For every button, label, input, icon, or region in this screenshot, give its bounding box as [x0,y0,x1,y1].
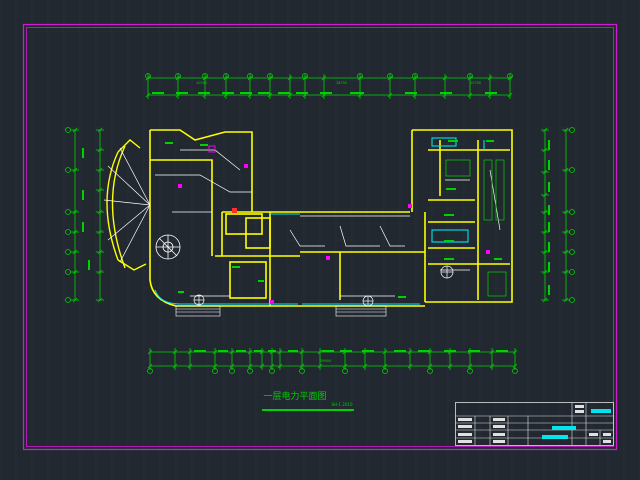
svg-text:10700: 10700 [470,81,481,85]
svg-text:39900: 39900 [320,359,331,363]
background-grid [0,0,640,480]
room-label-glyph [444,258,454,260]
room-label-glyph [152,92,164,94]
axis-bubble [569,297,575,303]
room-label-glyph [548,140,550,150]
right-block-fixtures [445,159,507,297]
axis-bubble [65,297,71,303]
room-label-glyph [178,291,184,293]
title-block-highlight-1 [591,409,611,413]
axis-bubble [569,249,575,255]
room-label-glyph [240,92,252,94]
entrance-steps [175,305,387,317]
room-label-glyph [288,350,298,352]
room-label-glyph [405,92,417,94]
room-label-glyph [548,182,550,192]
axis-bubble [569,167,575,173]
room-label-glyph [82,190,84,200]
axis-bubble [569,209,575,215]
top-dimension-text: 10500 18700 10700 [196,81,481,85]
room-label-glyph [222,92,234,94]
room-label-glyph [398,296,406,298]
room-label-glyph [486,140,494,142]
svg-text:10500: 10500 [196,81,207,85]
room-label-glyph [448,140,458,142]
right-dimension-chain [541,127,570,303]
room-label-glyph [200,144,208,146]
room-label-glyph [254,350,262,352]
room-label-glyph [320,92,332,94]
room-label-glyph [496,350,508,352]
room-label-glyph [362,350,374,352]
cyan-elements [154,137,485,305]
room-label-glyph [394,350,406,352]
room-label-glyph [296,92,308,94]
room-label-glyph [322,350,334,352]
room-label-glyph [82,222,84,232]
left-dimension-chain [71,127,104,303]
balcony-rays [103,147,151,263]
room-label-glyph [548,285,550,295]
room-label-glyph [418,350,430,352]
room-label-glyph [350,92,364,94]
room-label-glyph [165,142,173,144]
curved-balcony [106,139,147,271]
cad-canvas[interactable]: 10500 18700 10700 39900 一层电力平面图 SH-1 201… [0,0,640,480]
floor-plan-drawing[interactable]: 10500 18700 10700 39900 一层电力平面图 SH-1 201… [0,0,640,480]
room-label-glyph [468,350,480,352]
room-label-glyph [444,240,454,242]
drawing-scale: SH-1 2010 [332,402,353,407]
axis-bubble [65,167,71,173]
room-label-glyph [88,260,90,270]
room-label-glyph [258,280,264,282]
drawing-title: 一层电力平面图 [263,390,326,402]
room-label-glyph [82,148,84,158]
room-label-glyph [278,92,290,94]
room-label-glyph [444,214,454,216]
room-label-glyph [340,350,352,352]
room-label-glyph [268,350,276,352]
title-block-highlight-2 [552,426,576,430]
room-label-glyph [548,242,550,252]
room-label-glyph [232,266,240,268]
room-label-glyph [176,92,188,94]
room-label-glyph [440,92,452,94]
room-label-glyph [444,350,456,352]
spiral-stair [155,234,181,260]
room-label-glyph [236,350,246,352]
room-label-glyph [548,222,550,232]
axis-bubble [65,209,71,215]
svg-text:18700: 18700 [336,81,347,85]
room-label-glyph [194,350,206,352]
title-block [455,402,614,446]
top-dimension-chain [145,74,513,99]
room-label-glyph [494,258,502,260]
room-label-glyph [218,350,228,352]
room-label-glyph [548,160,550,170]
title-block-highlight-3 [542,435,568,439]
axis-bubble [569,229,575,235]
electrical-devices [178,145,490,304]
building-walls [149,129,513,307]
bottom-dimension-text: 39900 [320,359,331,363]
room-label-glyph [485,92,497,94]
room-label-glyph [548,205,550,215]
room-label-glyph [446,188,456,190]
axis-bubble [65,229,71,235]
room-label-glyph [198,92,210,94]
room-label-glyph [258,92,270,94]
axis-bubble [65,249,71,255]
room-label-glyph [548,262,550,272]
